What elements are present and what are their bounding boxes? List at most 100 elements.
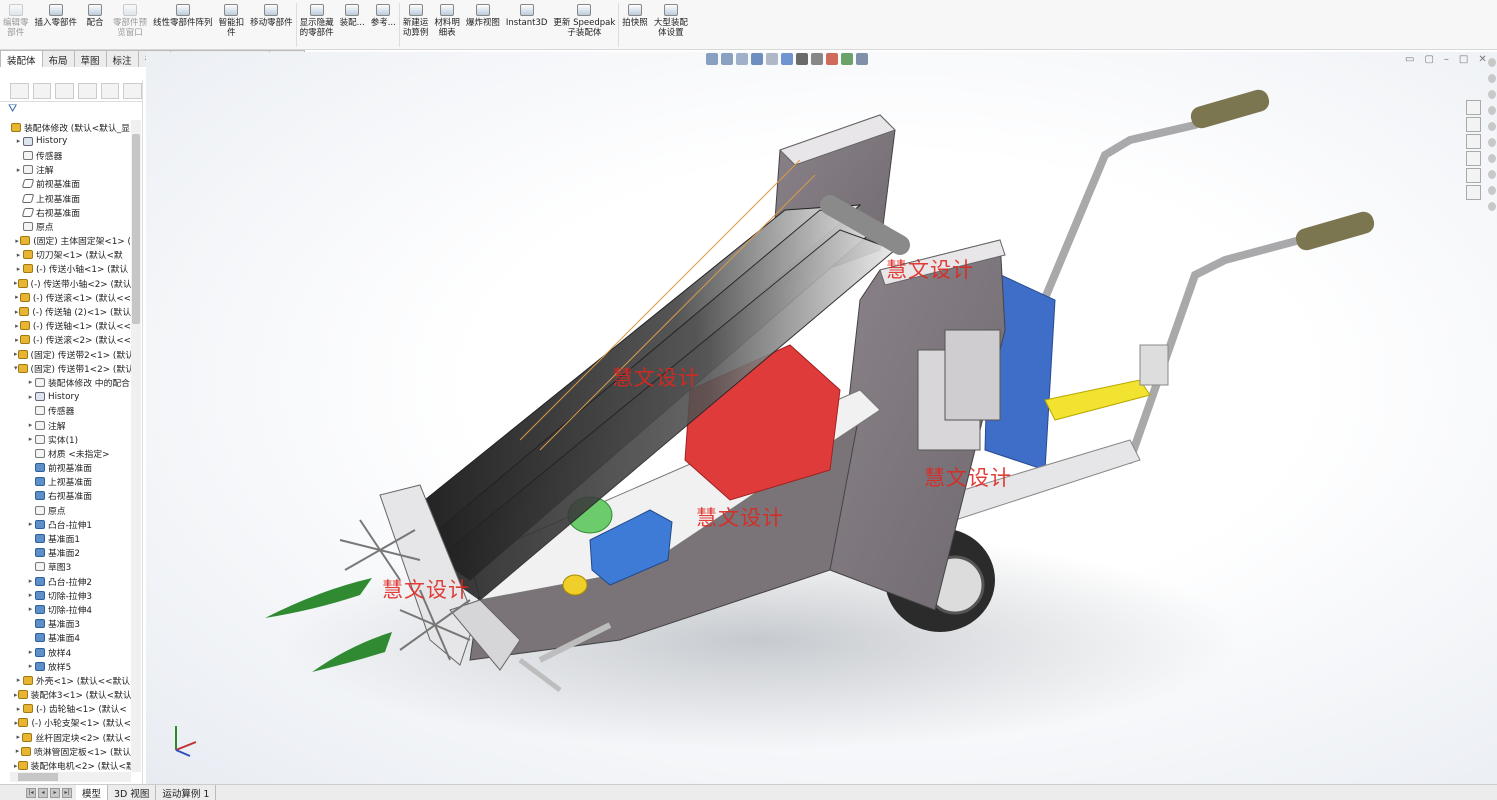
tree-item[interactable]: 上视基准面 bbox=[0, 475, 131, 489]
tree-horizontal-scrollbar[interactable] bbox=[10, 772, 131, 782]
tree-item[interactable]: ▸ 凸台-拉伸1 bbox=[0, 517, 131, 531]
ribbon-button[interactable]: 零部件预 览窗口 bbox=[110, 0, 150, 49]
expand-arrow-icon[interactable]: ▸ bbox=[26, 378, 35, 386]
expand-arrow-icon[interactable]: ▸ bbox=[26, 435, 35, 443]
next-tab-icon[interactable]: ▸ bbox=[50, 787, 60, 798]
restore-icon[interactable]: ▢ bbox=[1424, 54, 1433, 65]
apply-scene-icon[interactable] bbox=[841, 53, 853, 65]
expand-arrow-icon[interactable]: ▸ bbox=[14, 322, 20, 330]
edge-icon[interactable] bbox=[1488, 90, 1496, 99]
tree-item[interactable]: 基准面3 bbox=[0, 617, 131, 631]
bottom-tab-0[interactable]: 模型 bbox=[76, 784, 109, 800]
tree-vertical-scrollbar[interactable] bbox=[131, 120, 141, 772]
tree-item[interactable]: ▸ 注解 bbox=[0, 163, 131, 177]
tree-item[interactable]: 基准面1 bbox=[0, 531, 131, 545]
tree-item[interactable]: 材质 <未指定> bbox=[0, 446, 131, 460]
prev-tab-icon[interactable]: ◂ bbox=[38, 787, 48, 798]
expand-arrow-icon[interactable]: ▸ bbox=[26, 577, 35, 585]
dimxpert-icon[interactable] bbox=[78, 82, 97, 99]
tree-item[interactable]: ▸ (-) 传送滚<2> (默认<< bbox=[0, 333, 131, 347]
tree-item[interactable]: ▸ 外壳<1> (默认<<默认 bbox=[0, 673, 131, 687]
tree-item[interactable]: 传感器 bbox=[0, 404, 131, 418]
edge-icon[interactable] bbox=[1488, 202, 1496, 211]
tree-item[interactable]: ▸ 注解 bbox=[0, 418, 131, 432]
tree-item[interactable]: ▸ 装配体电机<2> (默认<默 bbox=[0, 758, 131, 772]
ribbon-button[interactable]: 新建运 动算例 bbox=[400, 0, 432, 49]
view-orientation-icon[interactable] bbox=[781, 53, 793, 65]
tree-item[interactable]: 右视基准面 bbox=[0, 489, 131, 503]
expand-arrow-icon[interactable]: ▾ bbox=[14, 364, 18, 372]
tree-item[interactable]: ▸ 丝杆固定块<2> (默认< bbox=[0, 730, 131, 744]
tab-1[interactable]: 布局 bbox=[41, 50, 75, 67]
bottom-tab-1[interactable]: 3D 视图 bbox=[108, 784, 157, 800]
tree-item[interactable]: ▸ History bbox=[0, 390, 131, 404]
tree-item[interactable]: 上视基准面 bbox=[0, 191, 131, 205]
tree-item[interactable]: 基准面4 bbox=[0, 631, 131, 645]
ribbon-button[interactable]: 智能扣 件 bbox=[216, 0, 248, 49]
tree-item[interactable]: ▸ 切除-拉伸4 bbox=[0, 602, 131, 616]
tree-item[interactable]: ▸ History bbox=[0, 134, 131, 148]
feature-manager-icon[interactable] bbox=[10, 82, 29, 99]
dynamic-annotation-icon[interactable] bbox=[766, 53, 778, 65]
edge-icon[interactable] bbox=[1488, 122, 1496, 131]
edit-appearance-icon[interactable] bbox=[826, 53, 838, 65]
appearances-icon[interactable] bbox=[1466, 168, 1481, 183]
tree-item[interactable]: ▸ (固定) 传送带2<1> (默认 bbox=[0, 347, 131, 361]
expand-arrow-icon[interactable]: ▸ bbox=[26, 662, 35, 670]
bottom-tab-2[interactable]: 运动算例 1 bbox=[156, 784, 217, 800]
tree-item[interactable]: 传感器 bbox=[0, 148, 131, 162]
section-view-icon[interactable] bbox=[751, 53, 763, 65]
tree-item[interactable]: 前视基准面 bbox=[0, 461, 131, 475]
tree-item[interactable]: ▸ 切除-拉伸3 bbox=[0, 588, 131, 602]
ribbon-button[interactable]: 更新 Speedpak 子装配体 bbox=[550, 0, 618, 49]
expand-arrow-icon[interactable]: ▸ bbox=[14, 137, 23, 145]
tree-item[interactable]: 装配体修改 (默认<默认_显 bbox=[0, 120, 131, 134]
expand-arrow-icon[interactable]: ▸ bbox=[14, 336, 20, 344]
expand-arrow-icon[interactable]: ▸ bbox=[14, 676, 23, 684]
custom-properties-icon[interactable] bbox=[1466, 185, 1481, 200]
scroll-thumb[interactable] bbox=[132, 134, 140, 324]
tab-0[interactable]: 装配体 bbox=[0, 50, 43, 67]
resources-icon[interactable] bbox=[1466, 117, 1481, 132]
tile-icon[interactable]: ▭ bbox=[1405, 54, 1414, 65]
expand-arrow-icon[interactable]: ▸ bbox=[14, 762, 18, 770]
expand-arrow-icon[interactable]: ▸ bbox=[14, 279, 18, 287]
tree-item[interactable]: ▸ (固定) 主体固定架<1> ( bbox=[0, 234, 131, 248]
ribbon-button[interactable]: 装配... bbox=[337, 0, 368, 49]
ribbon-button[interactable]: 爆炸视图 bbox=[463, 0, 503, 49]
display-style-icon[interactable] bbox=[796, 53, 808, 65]
expand-arrow-icon[interactable]: ▸ bbox=[14, 733, 22, 741]
hide-show-items-icon[interactable] bbox=[811, 53, 823, 65]
ribbon-button[interactable]: 参考... bbox=[368, 0, 399, 49]
tree-item[interactable]: ▸ 放样4 bbox=[0, 645, 131, 659]
tree-item[interactable]: ▸ 实体(1) bbox=[0, 432, 131, 446]
file-explorer-icon[interactable] bbox=[1466, 151, 1481, 166]
tree-item[interactable]: 前视基准面 bbox=[0, 177, 131, 191]
tree-item[interactable]: 草图3 bbox=[0, 560, 131, 574]
zoom-to-fit-icon[interactable] bbox=[706, 53, 718, 65]
tree-item[interactable]: 基准面2 bbox=[0, 546, 131, 560]
ribbon-button[interactable]: 拍快照 bbox=[619, 0, 651, 49]
expand-arrow-icon[interactable]: ▸ bbox=[14, 705, 23, 713]
expand-arrow-icon[interactable]: ▸ bbox=[14, 747, 21, 755]
tree-item[interactable]: ▸ (-) 传送带小轴<2> (默认 bbox=[0, 276, 131, 290]
configuration-manager-icon[interactable] bbox=[55, 82, 75, 99]
close-icon[interactable]: ✕ bbox=[1478, 54, 1486, 65]
ribbon-button[interactable]: 线性零部件阵列 bbox=[150, 0, 216, 49]
tree-item[interactable]: ▾ (固定) 传送带1<2> (默认 bbox=[0, 361, 131, 375]
edge-icon[interactable] bbox=[1488, 106, 1496, 115]
expand-arrow-icon[interactable]: ▸ bbox=[26, 591, 35, 599]
tree-item[interactable]: ▸ (-) 传送小轴<1> (默认 bbox=[0, 262, 131, 276]
previous-view-icon[interactable] bbox=[736, 53, 748, 65]
tree-item[interactable]: ▸ 装配体修改 中的配合 bbox=[0, 375, 131, 389]
expand-arrow-icon[interactable]: ▸ bbox=[14, 265, 23, 273]
design-library-icon[interactable] bbox=[1466, 134, 1481, 149]
filter-icon[interactable]: ⛛ bbox=[0, 102, 142, 120]
ribbon-button[interactable]: 大型装配 体设置 bbox=[651, 0, 691, 49]
tree-item[interactable]: ▸ (-) 小轮支架<1> (默认< bbox=[0, 716, 131, 730]
tree-item[interactable]: ▸ (-) 传送轴<1> (默认<< bbox=[0, 319, 131, 333]
expand-arrow-icon[interactable]: ▸ bbox=[14, 166, 23, 174]
tree-item[interactable]: ▸ 装配体3<1> (默认<默认 bbox=[0, 688, 131, 702]
edge-icon[interactable] bbox=[1488, 170, 1496, 179]
expand-arrow-icon[interactable]: ▸ bbox=[14, 251, 23, 259]
